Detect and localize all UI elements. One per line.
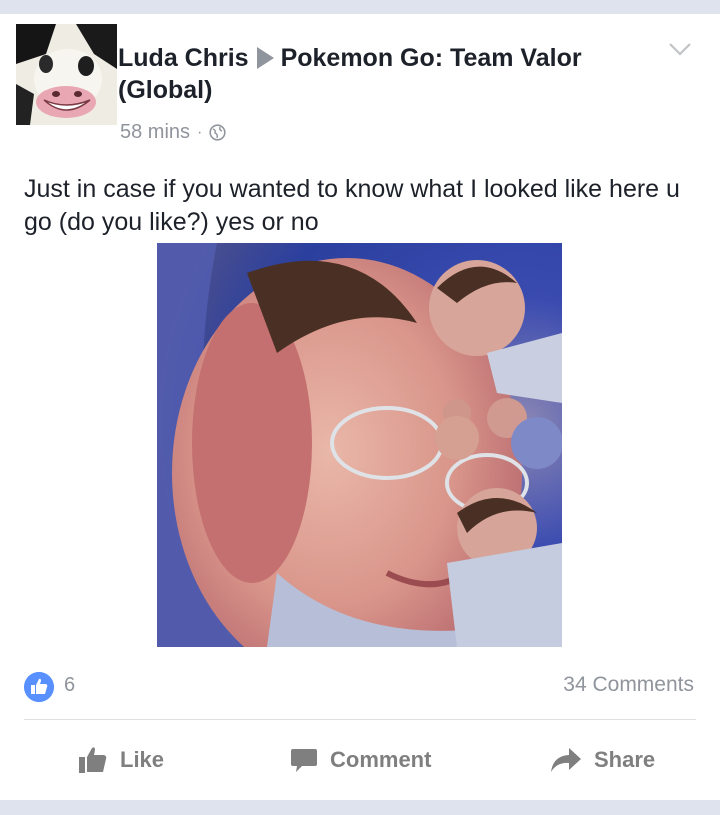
thumbs-up-icon[interactable] [24, 672, 54, 702]
author-name[interactable]: Luda Chris [118, 44, 249, 72]
author-avatar[interactable] [16, 24, 117, 125]
comment-button[interactable]: Comment [290, 742, 431, 778]
cow-avatar-image [16, 24, 117, 125]
feed-separator [0, 800, 720, 815]
post-text: Just in case if you wanted to know what … [24, 175, 680, 236]
like-count[interactable]: 6 [64, 674, 75, 697]
comment-icon [291, 749, 317, 772]
thumbs-up-icon [79, 747, 107, 773]
meta-separator: · [197, 123, 203, 141]
comment-count[interactable]: 34 Comments [563, 673, 694, 697]
shared-to-arrow-icon [256, 47, 274, 69]
globe-icon [209, 124, 226, 141]
share-label: Share [594, 747, 656, 772]
post-meta: 58 mins · [120, 121, 226, 144]
divider [24, 719, 696, 720]
like-button[interactable]: Like [78, 742, 164, 778]
share-arrow-icon [551, 748, 581, 772]
post-time[interactable]: 58 mins [120, 121, 190, 144]
post-photo[interactable] [157, 243, 562, 647]
swirl-face-image [157, 243, 562, 647]
post-card: Luda Chris Pokemon Go: Team Valor (Global… [0, 14, 720, 800]
comment-label: Comment [330, 747, 432, 772]
chevron-down-icon[interactable] [668, 40, 692, 58]
post-header: Luda Chris Pokemon Go: Team Valor (Global… [118, 42, 658, 106]
like-label: Like [120, 747, 165, 772]
share-button[interactable]: Share [550, 742, 655, 778]
